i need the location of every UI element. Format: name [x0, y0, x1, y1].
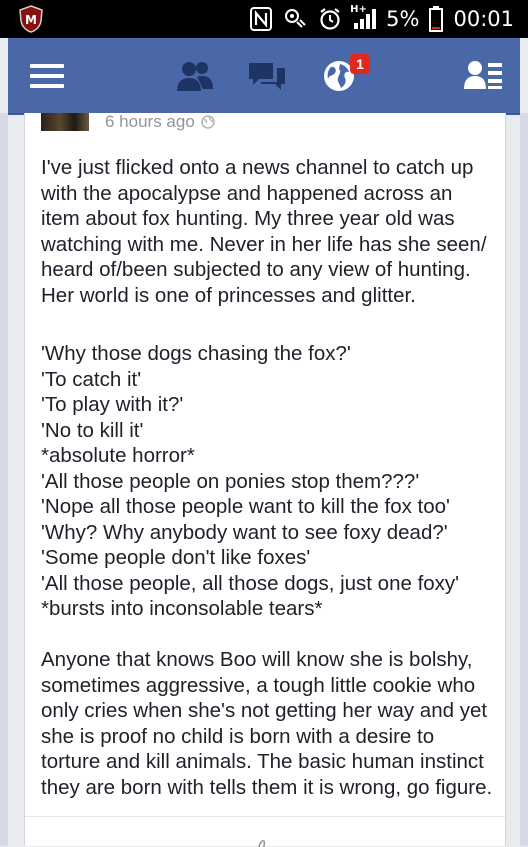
post-meta: 6 hours ago	[105, 113, 215, 131]
contacts-list-icon[interactable]	[462, 38, 504, 113]
svg-text:M: M	[25, 13, 37, 27]
alarm-clock-icon	[318, 7, 342, 31]
mcafee-shield-icon: M	[19, 5, 43, 33]
battery-icon	[429, 6, 444, 32]
vibrate-icon	[282, 7, 308, 31]
signal-strength-icon: H+	[350, 4, 377, 30]
post-paragraph-2: 'Why those dogs chasing the fox?' 'To ca…	[41, 342, 460, 620]
network-type-label: H+	[350, 4, 367, 15]
notification-count-badge: 1	[350, 54, 370, 74]
notifications-globe-icon[interactable]	[316, 38, 362, 113]
post-action-divider	[25, 816, 505, 817]
battery-percent: 5%	[386, 7, 420, 31]
post-timestamp[interactable]: 6 hours ago	[105, 113, 195, 131]
messages-icon[interactable]	[244, 38, 290, 113]
friend-requests-icon[interactable]	[172, 38, 218, 113]
post-paragraph-3: Anyone that knows Boo will know she is b…	[41, 648, 493, 799]
post-card: 6 hours ago I've just flicked onto a new…	[24, 113, 506, 847]
right-gutter	[520, 113, 528, 846]
left-gutter	[0, 113, 8, 846]
status-bar: M H+ 5% 00:01	[0, 0, 528, 38]
public-globe-icon	[201, 115, 215, 129]
menu-icon[interactable]	[28, 38, 66, 113]
nfc-icon	[250, 7, 273, 31]
clock-time: 00:01	[453, 7, 514, 31]
post-paragraph-1: I've just flicked onto a news channel to…	[41, 156, 487, 307]
facebook-nav-bar: 1	[8, 38, 520, 115]
author-avatar[interactable]	[41, 113, 89, 131]
